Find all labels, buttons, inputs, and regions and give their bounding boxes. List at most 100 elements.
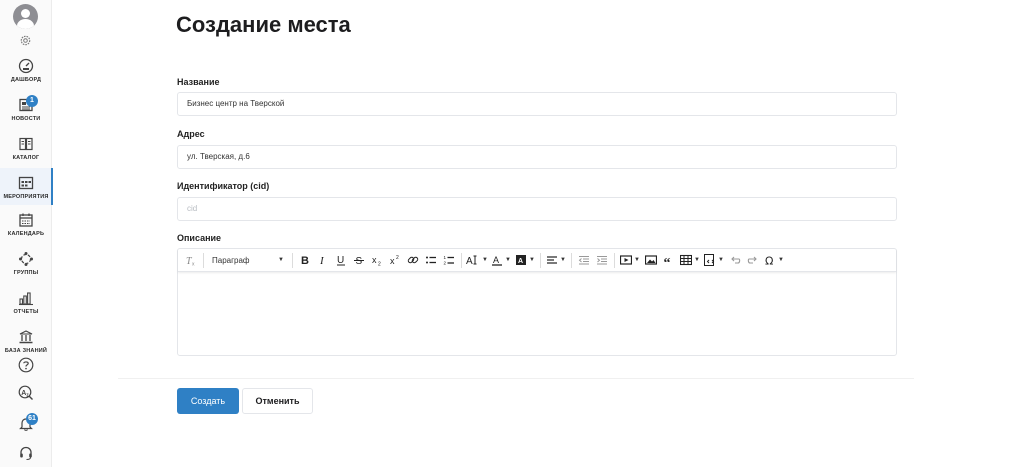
bold-button[interactable]: B — [296, 251, 314, 269]
help-icon[interactable] — [18, 357, 34, 373]
sidebar-item-news[interactable]: НОВОСТИ 1 — [0, 95, 52, 127]
name-label: Название — [177, 77, 220, 87]
cancel-button[interactable]: Отменить — [242, 388, 313, 414]
chevron-down-icon: ▼ — [718, 257, 724, 263]
media-embed-icon — [620, 255, 633, 265]
description-editor-area[interactable] — [178, 273, 896, 355]
svg-text:U: U — [337, 255, 344, 266]
table-icon — [680, 254, 693, 266]
remove-format-button[interactable]: T x — [182, 251, 200, 269]
outdent-button[interactable] — [575, 251, 593, 269]
bulleted-list-button[interactable] — [422, 251, 440, 269]
sidebar: ДАШБОРД НОВОСТИ 1 КАТАЛОГ МЕРОПРИЯТИЯ КА… — [0, 0, 53, 467]
name-input[interactable]: Бизнес центр на Тверской — [177, 92, 897, 116]
sidebar-item-events[interactable]: МЕРОПРИЯТИЯ — [0, 168, 53, 205]
chevron-down-icon: ▼ — [634, 257, 640, 263]
indent-icon — [597, 256, 607, 265]
svg-text:x: x — [372, 255, 377, 265]
quote-icon: “ — [664, 256, 671, 266]
underline-icon: U — [337, 255, 345, 266]
sidebar-item-label: КАЛЕНДАРЬ — [7, 231, 45, 237]
sidebar-item-calendar[interactable]: КАЛЕНДАРЬ — [0, 212, 52, 242]
editor-toolbar: T x Параграф ▼ B I U S x2 x2 — [178, 249, 896, 272]
svg-text:A: A — [466, 256, 473, 266]
html-embed-button[interactable]: ▼ — [702, 251, 726, 269]
gear-icon[interactable] — [19, 34, 32, 47]
sidebar-item-reports[interactable]: ОТЧЕТЫ — [0, 290, 52, 320]
avatar[interactable] — [13, 4, 38, 29]
knowledge-base-icon — [19, 330, 33, 344]
notifications-button[interactable]: 61 — [18, 413, 38, 432]
svg-text:z: z — [26, 393, 29, 399]
sidebar-item-label: КАТАЛОГ — [12, 155, 40, 161]
paragraph-format-select[interactable]: Параграф ▼ — [207, 251, 289, 269]
undo-button[interactable] — [726, 251, 744, 269]
italic-icon: I — [319, 255, 325, 266]
superscript-button[interactable]: x2 — [386, 251, 404, 269]
svg-text:x: x — [390, 256, 395, 266]
svg-text:A: A — [493, 255, 499, 265]
cid-label: Идентификатор (cid) — [177, 181, 270, 191]
chevron-down-icon: ▼ — [278, 257, 284, 263]
sidebar-item-label: ДАШБОРД — [10, 77, 42, 83]
svg-text:B: B — [301, 255, 309, 266]
background-color-button[interactable]: A ▼ — [513, 251, 537, 269]
font-size-button[interactable]: A ▼ — [465, 251, 489, 269]
link-button[interactable] — [404, 251, 422, 269]
bulleted-list-icon — [426, 256, 436, 264]
strikethrough-icon: S — [354, 256, 364, 266]
toolbar-separator — [614, 252, 615, 268]
redo-icon — [747, 256, 757, 264]
sidebar-item-label: ОТЧЕТЫ — [13, 309, 39, 315]
events-icon — [18, 176, 34, 190]
indent-button[interactable] — [593, 251, 611, 269]
page-title: Создание места — [176, 12, 351, 37]
sidebar-item-label: НОВОСТИ — [11, 116, 41, 122]
redo-button[interactable] — [744, 251, 762, 269]
chevron-down-icon: ▼ — [529, 257, 535, 263]
block-quote-button[interactable]: “ — [660, 251, 678, 269]
footer-divider — [118, 378, 914, 379]
image-icon — [645, 255, 657, 265]
numbered-list-button[interactable]: 12 — [440, 251, 458, 269]
subscript-icon: x2 — [372, 255, 381, 267]
sidebar-item-label: БАЗА ЗНАНИЙ — [4, 348, 48, 354]
sidebar-item-knowledge-base[interactable]: БАЗА ЗНАНИЙ — [0, 329, 52, 359]
notifications-badge: 61 — [26, 413, 38, 425]
sidebar-item-catalog[interactable]: КАТАЛОГ — [0, 136, 52, 166]
svg-text:1: 1 — [444, 255, 447, 260]
text-align-button[interactable]: ▼ — [544, 251, 568, 269]
toolbar-separator — [461, 252, 462, 268]
chevron-down-icon: ▼ — [694, 257, 700, 263]
underline-button[interactable]: U — [332, 251, 350, 269]
translate-icon[interactable]: A z — [18, 385, 34, 401]
numbered-list-icon: 12 — [444, 255, 454, 266]
sidebar-item-dashboard[interactable]: ДАШБОРД — [0, 58, 52, 88]
create-button[interactable]: Создать — [177, 388, 239, 414]
undo-icon — [731, 256, 741, 264]
catalog-icon — [19, 137, 33, 151]
svg-text:2: 2 — [378, 262, 381, 267]
chevron-down-icon: ▼ — [560, 257, 566, 263]
italic-button[interactable]: I — [314, 251, 332, 269]
rich-text-editor: T x Параграф ▼ B I U S x2 x2 — [177, 248, 897, 356]
insert-image-button[interactable] — [642, 251, 660, 269]
bold-icon: B — [301, 255, 309, 266]
insert-table-button[interactable]: ▼ — [678, 251, 702, 269]
media-embed-button[interactable]: ▼ — [618, 251, 642, 269]
strikethrough-button[interactable]: S — [350, 251, 368, 269]
font-color-icon: A — [492, 255, 503, 266]
calendar-icon — [19, 213, 33, 227]
remove-format-icon: T x — [186, 256, 195, 266]
cid-input[interactable]: cid — [177, 197, 897, 221]
svg-text:2: 2 — [396, 255, 399, 261]
superscript-icon: x2 — [390, 255, 399, 266]
sidebar-item-groups[interactable]: ГРУППЫ — [0, 251, 52, 281]
headset-icon[interactable] — [18, 445, 34, 461]
special-characters-button[interactable]: Ω ▼ — [762, 251, 786, 269]
sidebar-item-label: ГРУППЫ — [13, 270, 39, 276]
address-input[interactable]: ул. Тверская, д.6 — [177, 145, 897, 169]
subscript-button[interactable]: x2 — [368, 251, 386, 269]
svg-text:Ω: Ω — [765, 255, 773, 267]
font-color-button[interactable]: A ▼ — [489, 251, 513, 269]
